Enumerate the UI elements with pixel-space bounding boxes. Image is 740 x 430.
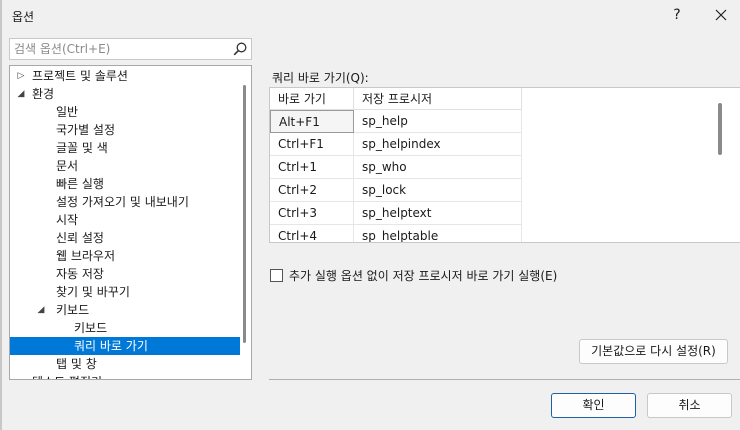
tree-item[interactable]: 쿼리 바로 가기 (10, 337, 240, 355)
tree-item[interactable]: 문서 (10, 157, 240, 175)
tree-item-label: 찾기 및 바꾸기 (56, 285, 130, 299)
tree-item-label: 키보드 (56, 303, 90, 317)
tree-item[interactable]: 텍스트 편집기 (10, 373, 240, 379)
tree-item-label: 쿼리 바로 가기 (74, 339, 148, 353)
tree-item-label: 신뢰 설정 (56, 231, 104, 245)
tree-item-label: 환경 (32, 87, 55, 101)
shortcut-key-cell[interactable]: Ctrl+1 (270, 156, 354, 179)
column-header-procedure[interactable]: 저장 프로시저 (354, 88, 522, 110)
exec-option-checkbox[interactable] (270, 268, 283, 282)
shortcut-key-cell[interactable]: Ctrl+2 (270, 179, 354, 202)
tree-item[interactable]: 키보드 (10, 319, 240, 337)
collapse-arrow-icon[interactable]: ◢ (15, 85, 27, 103)
stored-procedure-cell[interactable]: sp_helptable (354, 225, 522, 242)
tree-item-label: 키보드 (74, 321, 108, 335)
grid-scrollbar-thumb[interactable] (718, 103, 722, 155)
tree-item[interactable]: 글꼴 및 색 (10, 139, 240, 157)
tree-item-label: 글꼴 및 색 (56, 141, 108, 155)
tree-item-label: 시작 (56, 213, 79, 227)
tree-item-label: 국가별 설정 (56, 123, 116, 137)
reset-button[interactable]: 기본값으로 다시 설정(R) (579, 339, 728, 364)
tree-item[interactable]: ▷ 프로젝트 및 솔루션 (10, 67, 240, 85)
cancel-button[interactable]: 취소 (647, 393, 732, 418)
shortcut-key-cell[interactable]: Ctrl+F1 (270, 133, 354, 156)
tree-item-label: 탭 및 창 (56, 357, 97, 371)
tree-item[interactable]: ◢ 환경 (10, 85, 240, 103)
expand-arrow-icon[interactable]: ▷ (15, 67, 27, 85)
tree-item[interactable]: 설정 가져오기 및 내보내기 (10, 193, 240, 211)
shortcuts-grid: 바로 가기 저장 프로시저 Alt+F1 sp_help Ctrl+F1 sp_hel… (269, 87, 740, 243)
collapse-arrow-icon[interactable]: ◢ (35, 301, 47, 319)
tree-item[interactable]: 신뢰 설정 (10, 229, 240, 247)
tree-item-label: 설정 가져오기 및 내보내기 (56, 195, 189, 209)
tree-item-label: 텍스트 편집기 (32, 373, 102, 379)
tree-item-label: 자동 저장 (56, 267, 104, 281)
tree-item-label: 웹 브라우저 (56, 249, 116, 263)
shortcut-key-cell[interactable]: Alt+F1 (270, 110, 354, 133)
tree-item[interactable]: 시작 (10, 211, 240, 229)
tree-item-label: 문서 (56, 159, 79, 173)
tree-item[interactable]: 국가별 설정 (10, 121, 240, 139)
stored-procedure-cell[interactable]: sp_who (354, 156, 522, 179)
tree-item-label: 프로젝트 및 솔루션 (32, 69, 128, 83)
stored-procedure-cell[interactable]: sp_help (354, 110, 522, 133)
shortcut-key-cell[interactable]: Ctrl+3 (270, 202, 354, 225)
help-button[interactable]: ? (666, 4, 688, 26)
tree-item[interactable]: 빠른 실행 (10, 175, 240, 193)
tree-item-label: 빠른 실행 (56, 177, 104, 191)
tree-item[interactable]: 찾기 및 바꾸기 (10, 283, 240, 301)
options-dialog: 옵션 ? 텍스트 편집기 탭 및 창 쿼리 바로 가기 키보드 ◢ 키보드 찾기 및 바꾸기… (0, 0, 740, 430)
shortcut-key-cell[interactable]: Ctrl+4 (270, 225, 354, 242)
tree-item[interactable]: 일반 (10, 103, 240, 121)
stored-procedure-cell[interactable]: sp_lock (354, 179, 522, 202)
title-bar: 옵션 ? (0, 0, 740, 32)
tree-item[interactable]: ◢ 키보드 (10, 301, 240, 319)
exec-option-row[interactable]: 추가 실행 옵션 없이 저장 프로시저 바로 가기 실행(E) (270, 266, 557, 284)
window-title: 옵션 (12, 10, 35, 24)
tree-item[interactable]: 자동 저장 (10, 265, 240, 283)
ok-button[interactable]: 확인 (551, 393, 636, 418)
window-edge (0, 0, 2, 430)
separator (269, 379, 740, 380)
tree-scrollbar[interactable] (240, 67, 250, 378)
exec-option-label: 추가 실행 옵션 없이 저장 프로시저 바로 가기 실행(E) (289, 268, 558, 283)
search-icon[interactable] (232, 41, 248, 57)
shortcuts-label: 쿼리 바로 가기(Q): (272, 71, 369, 85)
tree-item[interactable]: 탭 및 창 (10, 355, 240, 373)
tree-item-label: 일반 (56, 105, 79, 119)
options-tree: 텍스트 편집기 탭 및 창 쿼리 바로 가기 키보드 ◢ 키보드 찾기 및 바꾸기 자동 저장… (9, 65, 252, 380)
stored-procedure-cell[interactable]: sp_helpindex (354, 133, 522, 156)
search-box (9, 38, 252, 60)
help-icon: ? (673, 7, 681, 23)
tree-scrollbar-thumb[interactable] (243, 85, 246, 343)
tree-item[interactable]: 웹 브라우저 (10, 247, 240, 265)
column-header-shortcut[interactable]: 바로 가기 (270, 88, 354, 110)
close-button[interactable] (708, 4, 734, 26)
close-icon (715, 9, 727, 21)
search-input[interactable] (10, 39, 225, 59)
stored-procedure-cell[interactable]: sp_helptext (354, 202, 522, 225)
